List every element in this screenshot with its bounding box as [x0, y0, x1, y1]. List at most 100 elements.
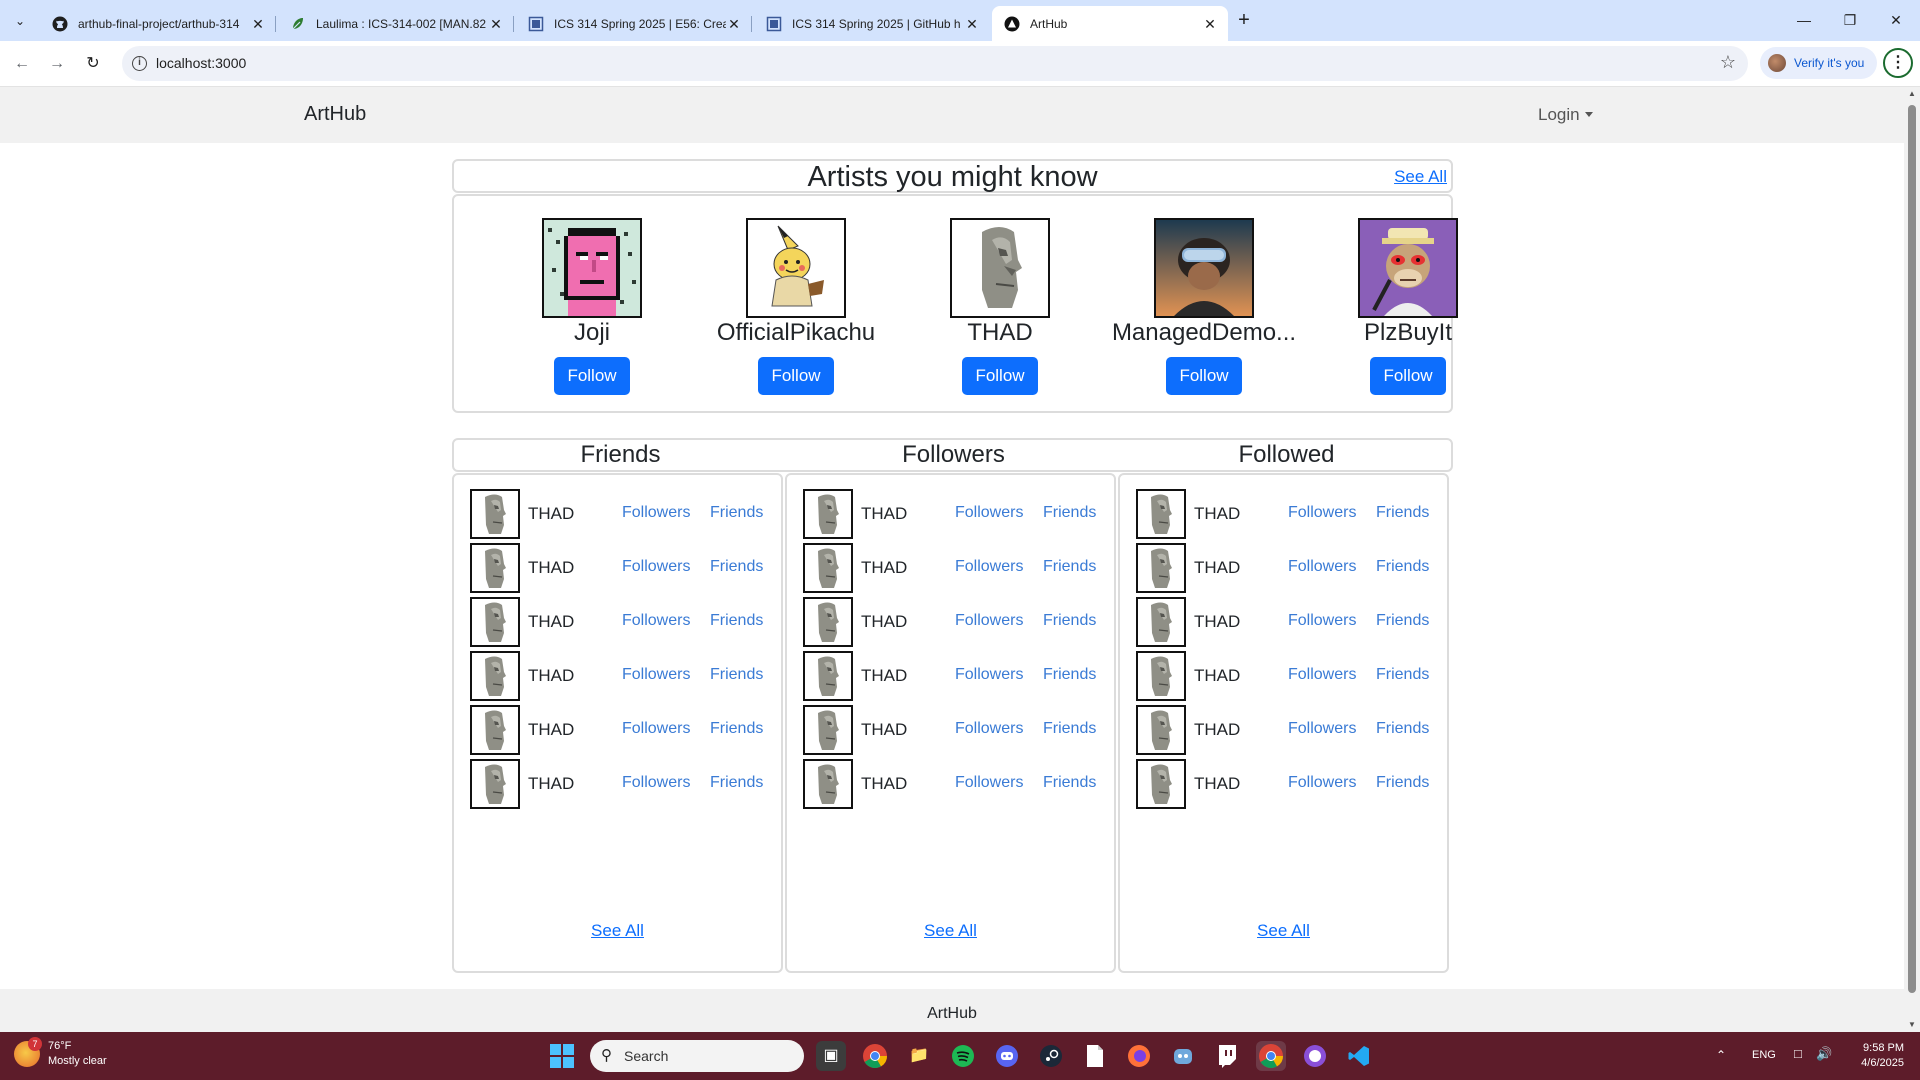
close-tab-icon[interactable]: ✕	[250, 16, 266, 32]
friends-link[interactable]: Friends	[1376, 720, 1429, 738]
followers-link[interactable]: Followers	[622, 720, 690, 738]
user-name[interactable]: THAD	[528, 504, 574, 524]
artist-avatar[interactable]	[950, 218, 1050, 318]
see-all-followed-link[interactable]: See All	[1120, 921, 1447, 941]
artist-name[interactable]: OfficialPikachu	[696, 319, 896, 347]
verify-profile-chip[interactable]: Verify it's you	[1760, 47, 1877, 79]
user-name[interactable]: THAD	[861, 612, 907, 632]
followers-link[interactable]: Followers	[955, 612, 1023, 630]
followers-link[interactable]: Followers	[955, 504, 1023, 522]
user-name[interactable]: THAD	[1194, 720, 1240, 740]
user-name[interactable]: THAD	[861, 504, 907, 524]
followers-link[interactable]: Followers	[955, 666, 1023, 684]
browser-tab[interactable]: ICS 314 Spring 2025 | GitHub h ✕	[754, 6, 990, 41]
followers-link[interactable]: Followers	[622, 558, 690, 576]
chrome-icon[interactable]	[860, 1041, 890, 1071]
scrollbar-thumb[interactable]	[1908, 105, 1916, 993]
follow-button[interactable]: Follow	[554, 357, 630, 395]
bookmark-star-icon[interactable]: ☆	[1720, 52, 1736, 73]
user-avatar[interactable]	[1136, 759, 1186, 809]
follow-button[interactable]: Follow	[962, 357, 1038, 395]
user-avatar[interactable]	[470, 543, 520, 593]
followers-link[interactable]: Followers	[1288, 774, 1356, 792]
browser-tab[interactable]: arthub-final-project/arthub-314 ✕	[40, 6, 276, 41]
discord-icon[interactable]	[992, 1041, 1022, 1071]
friends-link[interactable]: Friends	[1376, 612, 1429, 630]
user-avatar[interactable]	[470, 489, 520, 539]
artist-name[interactable]: ManagedDemo...	[1104, 319, 1304, 347]
user-avatar[interactable]	[1136, 489, 1186, 539]
firefox-icon[interactable]	[1124, 1041, 1154, 1071]
user-avatar[interactable]	[470, 597, 520, 647]
scroll-down-arrow-icon[interactable]: ▼	[1907, 1021, 1917, 1029]
reload-icon[interactable]: ↻	[80, 51, 106, 77]
artist-name[interactable]: PlzBuyIt	[1308, 319, 1508, 347]
close-tab-icon[interactable]: ✕	[964, 16, 980, 32]
friends-link[interactable]: Friends	[1376, 666, 1429, 684]
login-dropdown[interactable]: Login	[1538, 105, 1593, 125]
close-tab-icon[interactable]: ✕	[726, 16, 742, 32]
followers-link[interactable]: Followers	[1288, 720, 1356, 738]
windows-start-icon[interactable]	[550, 1044, 574, 1068]
artist-avatar[interactable]	[1358, 218, 1458, 318]
friends-link[interactable]: Friends	[1043, 504, 1096, 522]
user-name[interactable]: THAD	[528, 720, 574, 740]
user-name[interactable]: THAD	[861, 774, 907, 794]
volume-icon[interactable]: 🔊	[1816, 1046, 1832, 1062]
minimize-icon[interactable]: —	[1792, 8, 1816, 32]
user-avatar[interactable]	[470, 651, 520, 701]
taskbar-search-box[interactable]: ⚲ Search	[590, 1040, 804, 1072]
follow-button[interactable]: Follow	[1370, 357, 1446, 395]
user-name[interactable]: THAD	[1194, 774, 1240, 794]
steam-icon[interactable]	[1036, 1041, 1066, 1071]
artist-avatar[interactable]	[746, 218, 846, 318]
browser-tab-active[interactable]: ArtHub ✕	[992, 6, 1228, 41]
user-avatar[interactable]	[803, 489, 853, 539]
forward-arrow-icon[interactable]: →	[44, 51, 70, 77]
friends-link[interactable]: Friends	[1043, 612, 1096, 630]
browser-menu-icon[interactable]: ⋮	[1883, 48, 1913, 78]
friends-link[interactable]: Friends	[710, 504, 763, 522]
page-scrollbar[interactable]: ▲ ▼	[1904, 87, 1920, 1032]
language-indicator[interactable]: ENG	[1752, 1049, 1776, 1061]
user-avatar[interactable]	[803, 759, 853, 809]
friends-link[interactable]: Friends	[710, 666, 763, 684]
followers-link[interactable]: Followers	[955, 558, 1023, 576]
user-name[interactable]: THAD	[1194, 666, 1240, 686]
followers-link[interactable]: Followers	[955, 774, 1023, 792]
user-avatar[interactable]	[470, 759, 520, 809]
address-bar[interactable]: i localhost:3000 ☆	[122, 46, 1748, 81]
followers-link[interactable]: Followers	[622, 612, 690, 630]
friends-link[interactable]: Friends	[1376, 504, 1429, 522]
friends-link[interactable]: Friends	[710, 720, 763, 738]
chrome-active-icon[interactable]	[1256, 1041, 1286, 1071]
browser-tab[interactable]: Laulima : ICS-314-002 [MAN.82 ✕	[278, 6, 514, 41]
user-name[interactable]: THAD	[861, 558, 907, 578]
user-name[interactable]: THAD	[861, 666, 907, 686]
friends-link[interactable]: Friends	[1376, 558, 1429, 576]
followers-link[interactable]: Followers	[622, 666, 690, 684]
user-avatar[interactable]	[803, 705, 853, 755]
friends-link[interactable]: Friends	[710, 774, 763, 792]
close-tab-icon[interactable]: ✕	[1202, 16, 1218, 32]
followers-link[interactable]: Followers	[1288, 666, 1356, 684]
weather-widget[interactable]: 7 76°F Mostly clear	[14, 1037, 107, 1069]
user-avatar[interactable]	[1136, 651, 1186, 701]
friends-link[interactable]: Friends	[1043, 558, 1096, 576]
user-name[interactable]: THAD	[528, 666, 574, 686]
follow-button[interactable]: Follow	[1166, 357, 1242, 395]
followers-link[interactable]: Followers	[955, 720, 1023, 738]
followers-link[interactable]: Followers	[1288, 504, 1356, 522]
task-view-icon[interactable]: ▣	[816, 1041, 846, 1071]
user-avatar[interactable]	[803, 597, 853, 647]
user-avatar[interactable]	[1136, 705, 1186, 755]
url-text[interactable]: localhost:3000	[156, 55, 246, 71]
user-avatar[interactable]	[803, 543, 853, 593]
network-icon[interactable]: □	[1794, 1046, 1802, 1061]
see-all-artists-link[interactable]: See All	[1394, 167, 1447, 187]
vscode-icon[interactable]	[1344, 1041, 1374, 1071]
followers-link[interactable]: Followers	[1288, 558, 1356, 576]
followers-link[interactable]: Followers	[622, 504, 690, 522]
friends-link[interactable]: Friends	[1043, 720, 1096, 738]
new-tab-plus-icon[interactable]: +	[1232, 9, 1256, 33]
